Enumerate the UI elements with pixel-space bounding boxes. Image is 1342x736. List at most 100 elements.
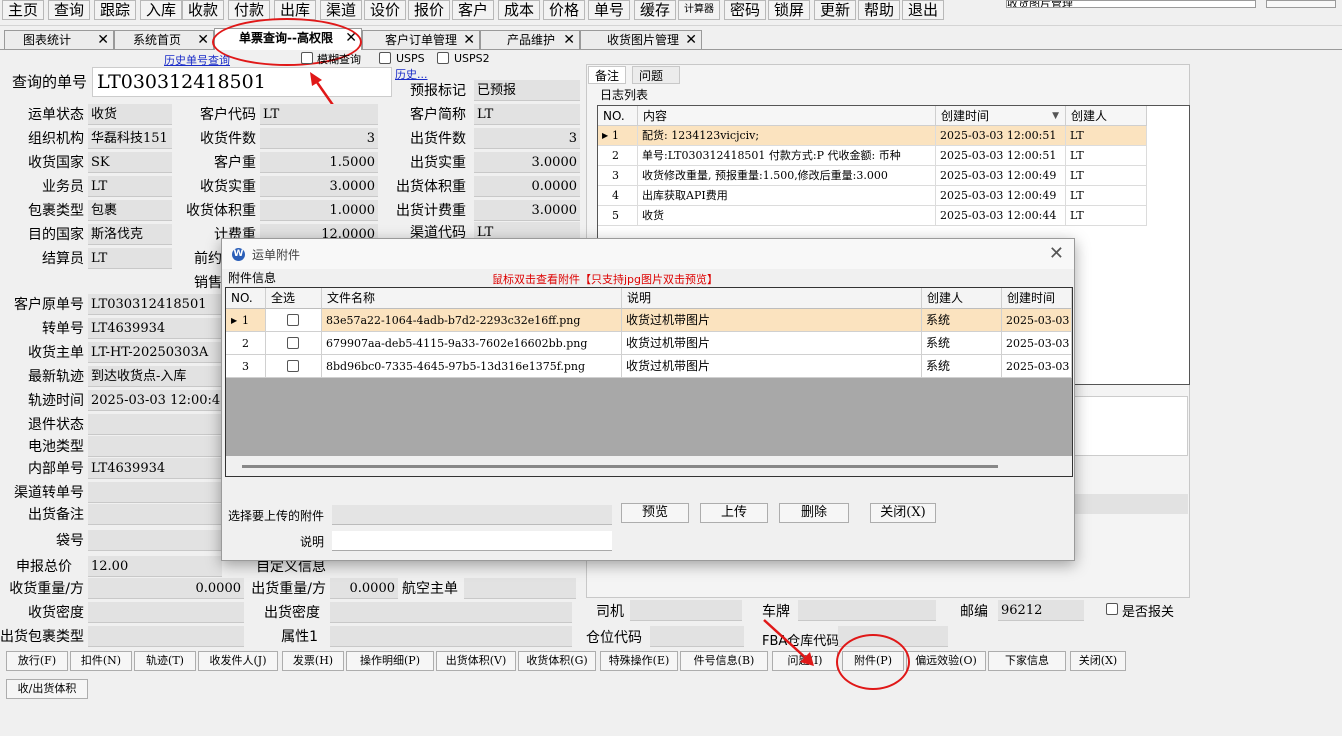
action-button[interactable]: 收发件人(J) xyxy=(198,651,278,671)
salesman-field[interactable]: LT xyxy=(88,176,172,197)
toolbar-button[interactable]: 单号 xyxy=(588,0,630,20)
history-link[interactable]: 历史... xyxy=(395,66,428,82)
out-remark-field[interactable] xyxy=(88,504,222,525)
close-icon[interactable]: ✕ xyxy=(97,31,109,49)
file-path-input[interactable] xyxy=(332,505,612,525)
action-button[interactable]: 特殊操作(E) xyxy=(600,651,678,671)
toolbar-button[interactable]: 收款 xyxy=(182,0,224,20)
toolbar-button[interactable]: 客户 xyxy=(452,0,494,20)
pkg-type-field[interactable]: 包裹 xyxy=(88,200,172,221)
bag-field[interactable] xyxy=(88,530,222,551)
attachment-row[interactable]: 2 679907aa-deb5-4115-9a33-7602e16602bb.pn… xyxy=(226,332,1072,355)
slot-field[interactable] xyxy=(650,626,744,647)
desc-input[interactable] xyxy=(332,531,612,551)
toolbar-button[interactable]: 出库 xyxy=(274,0,316,20)
out-charge-field[interactable]: 3.0000 xyxy=(474,200,580,221)
tab-remark[interactable]: 备注 xyxy=(588,66,627,84)
tab-customer-orders[interactable]: 客户订单管理 ✕ xyxy=(362,30,480,49)
declare-checkbox[interactable] xyxy=(1106,603,1118,615)
battery-field[interactable] xyxy=(88,436,222,457)
attachment-row[interactable]: ▶ 1 83e57a22-1064-4adb-b7d2-2293c32e16ff.p… xyxy=(226,309,1072,332)
air-field[interactable] xyxy=(464,578,576,599)
inner-field[interactable]: LT4639934 xyxy=(88,458,222,479)
action-button[interactable]: 关闭(X) xyxy=(1070,651,1126,671)
recv-density-field[interactable] xyxy=(88,602,244,623)
usps2-checkbox[interactable] xyxy=(437,52,449,64)
cust-code-field[interactable]: LT xyxy=(260,104,378,125)
chan-trans-field[interactable] xyxy=(88,482,222,503)
tab-problem[interactable]: 问题 xyxy=(632,66,680,84)
usps-checkbox[interactable] xyxy=(379,52,391,64)
col-time[interactable]: 创建时间 ▼ xyxy=(936,106,1066,126)
action-button[interactable]: 收/出货体积 xyxy=(6,679,88,699)
tab-system-home[interactable]: 系统首页 ✕ xyxy=(114,30,214,49)
action-button[interactable]: 操作明细(P) xyxy=(346,651,434,671)
row-select-checkbox[interactable] xyxy=(287,314,299,326)
delete-button[interactable]: 删除 xyxy=(779,503,849,523)
close-icon[interactable]: ✕ xyxy=(563,31,575,49)
attachment-row[interactable]: 3 8bd96bc0-7335-4645-97b5-13d316e1375f.pn… xyxy=(226,355,1072,378)
toolbar-button[interactable]: 查询 xyxy=(48,0,90,20)
cust-wt-field[interactable]: 1.5000 xyxy=(260,152,378,173)
out-pcs-field[interactable]: 3 xyxy=(474,128,580,149)
close-icon[interactable]: ✕ xyxy=(197,31,209,49)
dialog-titlebar[interactable]: W 运单附件 ✕ xyxy=(222,239,1074,269)
driver-field[interactable] xyxy=(630,600,742,621)
close-button[interactable]: 关闭(X) xyxy=(870,503,936,523)
out-real-field[interactable]: 3.0000 xyxy=(474,152,580,173)
log-row[interactable]: 5 收货 2025-03-03 12:00:44 LT xyxy=(598,206,1147,226)
log-row[interactable]: 3 收货修改重量, 预报重量:1.500,修改后重量:3.000 2025-03-0… xyxy=(598,166,1147,186)
cust-short-field[interactable]: LT xyxy=(474,104,580,125)
declare-field[interactable]: 12.00 xyxy=(88,556,222,577)
toolbar-button[interactable]: 主页 xyxy=(2,0,44,20)
fuzzy-checkbox[interactable] xyxy=(301,52,313,64)
out-pkg-field[interactable] xyxy=(88,626,244,647)
action-button[interactable]: 出货体积(V) xyxy=(436,651,516,671)
toolbar-button[interactable]: 付款 xyxy=(228,0,270,20)
country-field[interactable]: SK xyxy=(88,152,172,173)
orig-no-field[interactable]: LT030312418501 xyxy=(88,294,222,315)
action-button[interactable]: 发票(H) xyxy=(282,651,344,671)
toolbar-button[interactable]: 成本 xyxy=(498,0,540,20)
org-field[interactable]: 华磊科技151 xyxy=(88,128,172,149)
window-select[interactable]: 收货图片管理 xyxy=(1006,0,1256,8)
action-button[interactable]: 下家信息 xyxy=(988,651,1066,671)
action-button[interactable]: 件号信息(B) xyxy=(680,651,768,671)
toolbar-button[interactable]: 设价 xyxy=(364,0,406,20)
action-button[interactable]: 扣件(N) xyxy=(70,651,132,671)
horizontal-scrollbar[interactable] xyxy=(226,456,1072,476)
settler-field[interactable]: LT xyxy=(88,248,172,269)
toolbar-button[interactable]: 入库 xyxy=(140,0,182,20)
log-row[interactable]: ▶ 1 配货: 1234123vicjciv; 2025-03-03 12:00:51… xyxy=(598,126,1147,146)
log-row[interactable]: 4 出库获取API费用 2025-03-03 12:00:49 LT xyxy=(598,186,1147,206)
action-button[interactable]: 轨迹(T) xyxy=(134,651,196,671)
toolbar-button[interactable]: 帮助 xyxy=(858,0,900,20)
tab-chart-stats[interactable]: 图表统计 ✕ xyxy=(4,30,114,49)
track-field[interactable]: 到达收货点-入库 xyxy=(88,366,222,387)
trans-no-field[interactable]: LT4639934 xyxy=(88,318,222,339)
action-button[interactable]: 放行(F) xyxy=(6,651,68,671)
out-wt-side-field[interactable]: 0.0000 xyxy=(330,578,398,599)
recv-vol-field[interactable]: 1.0000 xyxy=(260,200,378,221)
master-field[interactable]: LT-HT-20250303A xyxy=(88,342,222,363)
return-field[interactable] xyxy=(88,414,222,435)
out-vol-field[interactable]: 0.0000 xyxy=(474,176,580,197)
recv-wt-side-field[interactable]: 0.0000 xyxy=(88,578,244,599)
close-icon[interactable]: ✕ xyxy=(685,31,697,49)
toolbar-button[interactable]: 渠道 xyxy=(320,0,362,20)
dest-field[interactable]: 斯洛伐克 xyxy=(88,224,172,245)
toolbar-button[interactable]: 报价 xyxy=(408,0,450,20)
row-select-checkbox[interactable] xyxy=(287,360,299,372)
toolbar-button[interactable]: 退出 xyxy=(902,0,944,20)
attr1-field[interactable] xyxy=(330,626,572,647)
row-select-checkbox[interactable] xyxy=(287,337,299,349)
toolbar-button[interactable]: 更新 xyxy=(814,0,856,20)
close-icon[interactable]: ✕ xyxy=(463,31,475,49)
forecast-field[interactable]: 已预报 xyxy=(474,80,580,101)
recv-pcs-field[interactable]: 3 xyxy=(260,128,378,149)
tab-product-maint[interactable]: 产品维护 ✕ xyxy=(480,30,580,49)
close-icon[interactable]: ✕ xyxy=(1049,243,1064,264)
preview-button[interactable]: 预览 xyxy=(621,503,689,523)
action-button[interactable]: 收货体积(G) xyxy=(518,651,596,671)
history-query-link[interactable]: 历史单号查询 xyxy=(164,52,230,68)
